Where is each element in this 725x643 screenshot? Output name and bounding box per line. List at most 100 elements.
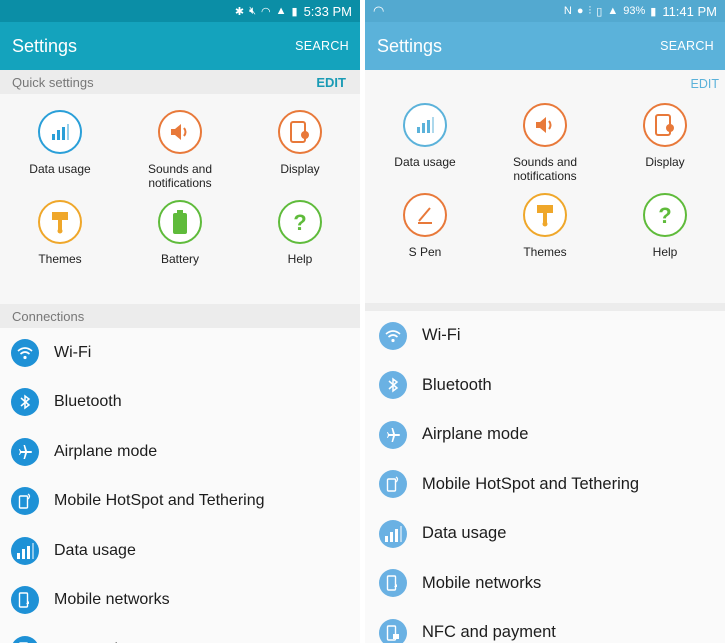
connections-list: Wi-Fi Bluetooth Airplane mode Mobile HotSpo… [365,311,725,643]
section-title: Quick settings [12,74,94,90]
app-bar: Settings SEARCH [0,22,360,70]
quick-setting-label: Themes [523,245,567,259]
quick-setting-label: Sounds and notifications [512,155,578,183]
quick-setting-s-pen[interactable]: S Pen [365,193,485,283]
right-settings-screen: ◠ N ● ⫶ ▯ ▲ 93% ▮ 11:41 PM Settings SEAR… [365,0,725,643]
sound-icon [523,103,567,147]
settings-item-label: Data usage [422,524,507,543]
quick-setting-sound[interactable]: Sounds and notifications [485,103,605,193]
mute-icon: 🔇︎ [249,4,257,17]
quick-setting-label: Display [645,155,685,169]
settings-item-label: Bluetooth [422,375,492,394]
settings-item-hotspot[interactable]: Mobile HotSpot and Tethering [0,477,360,527]
page-title: Settings [377,35,443,56]
section-title: Connections [12,308,85,324]
svg-text:?: ? [293,210,306,234]
search-button[interactable]: SEARCH [295,39,349,53]
quick-settings-grid: Data usage Sounds and notifications Displa… [365,98,725,303]
quick-setting-label: S Pen [408,245,442,259]
hotspot-icon [379,470,407,499]
edit-button[interactable]: EDIT [316,75,346,90]
settings-item-hotspot[interactable]: Mobile HotSpot and Tethering [365,460,725,510]
quick-setting-themes[interactable]: Themes [485,193,605,283]
settings-item-wifi[interactable]: Wi-Fi [0,328,360,378]
connections-header: Connections [0,304,360,328]
quick-setting-themes[interactable]: Themes [0,200,120,290]
quick-setting-label: Sounds and notifications [147,162,213,190]
battery-percent: 93% [623,5,646,17]
edit-button[interactable]: EDIT [691,77,719,91]
s-pen-icon [403,193,447,237]
nfc-icon [379,618,407,643]
settings-item-label: Data usage [54,541,136,559]
volte-icon: ⫶ [588,4,592,17]
quick-setting-battery[interactable]: Battery [120,200,240,290]
status-time: 11:41 PM [662,3,717,19]
settings-item-bluetooth[interactable]: Bluetooth [0,378,360,428]
bluetooth-icon [379,371,407,400]
settings-item-airplane[interactable]: Airplane mode [365,410,725,460]
settings-item-mobile-networks[interactable]: Mobile networks [365,559,725,609]
data-usage-icon [379,519,407,548]
quick-setting-data-usage[interactable]: Data usage [0,110,120,200]
quick-setting-help[interactable]: ? Help [605,193,725,283]
mobile-networks-icon [379,569,407,598]
page-title: Settings [12,35,78,56]
settings-item-data-usage[interactable]: Data usage [0,526,360,576]
section-divider [365,303,725,311]
display-icon [643,103,687,147]
help-icon: ? [643,193,687,237]
settings-item-label: Wi-Fi [422,326,461,345]
status-bar: ✱ 🔇︎ ◠ ▲ ▮ 5:33 PM [0,0,360,22]
quick-setting-label: Data usage [29,162,91,176]
wifi-icon [11,338,39,367]
data-usage-icon [403,103,447,147]
quick-setting-display[interactable]: Display [240,110,360,200]
settings-item-label: Mobile HotSpot and Tethering [422,474,640,493]
quick-setting-display[interactable]: Display [605,103,725,193]
status-icons: N ● ⫶ ▯ ▲ 93% ▮ [564,5,656,18]
left-settings-screen: ✱ 🔇︎ ◠ ▲ ▮ 5:33 PM Settings SEARCH Quick… [0,0,360,643]
settings-item-label: Airplane mode [422,425,529,444]
settings-item-label: Bluetooth [54,393,122,411]
app-bar: Settings SEARCH [365,22,725,70]
status-icons: ✱ 🔇︎ ◠ ▲ ▮ [235,5,298,18]
airplane-icon [379,420,407,449]
quick-setting-help[interactable]: ? Help [240,200,360,290]
quick-setting-data-usage[interactable]: Data usage [365,103,485,193]
status-bar: ◠ N ● ⫶ ▯ ▲ 93% ▮ 11:41 PM [365,0,725,22]
hotspot-icon [11,487,39,516]
search-button[interactable]: SEARCH [660,39,714,53]
signal-icon: ▲ [275,5,287,17]
settings-item-mobile-networks[interactable]: Mobile networks [0,576,360,626]
svg-text:?: ? [658,203,671,227]
battery-icon [158,200,202,244]
connections-list: Wi-Fi Bluetooth Airplane mode Mobile HotSpo… [0,328,360,643]
settings-item-nfc[interactable]: NFC and payment [365,608,725,643]
settings-item-nfc[interactable]: NFC and payment [0,625,360,643]
quick-settings-header: Quick settings EDIT [0,70,360,94]
settings-item-data-usage[interactable]: Data usage [365,509,725,559]
quick-setting-sound[interactable]: Sounds and notifications [120,110,240,200]
airplane-icon [11,437,39,466]
wifi-status-icon: ◠ [261,5,271,18]
help-icon: ? [278,200,322,244]
quick-setting-label: Help [287,252,313,266]
settings-item-label: Mobile HotSpot and Tethering [54,492,265,510]
sound-icon [158,110,202,154]
message-icon: ● [576,5,584,17]
status-time: 5:33 PM [303,3,352,19]
vibrate-icon: ▯ [596,5,603,18]
settings-item-bluetooth[interactable]: Bluetooth [365,361,725,411]
bluetooth-status-icon: ✱ [234,5,245,18]
settings-item-label: Mobile networks [54,591,170,609]
quick-settings-grid: Data usage Sounds and notifications Displa… [0,94,360,304]
quick-setting-label: Data usage [394,155,456,169]
battery-status-icon: ▮ [650,5,657,18]
settings-item-airplane[interactable]: Airplane mode [0,427,360,477]
settings-item-wifi[interactable]: Wi-Fi [365,311,725,361]
settings-item-label: Airplane mode [54,442,158,460]
data-usage-icon [11,536,39,565]
quick-setting-label: Themes [38,252,82,266]
bluetooth-icon [11,388,39,417]
